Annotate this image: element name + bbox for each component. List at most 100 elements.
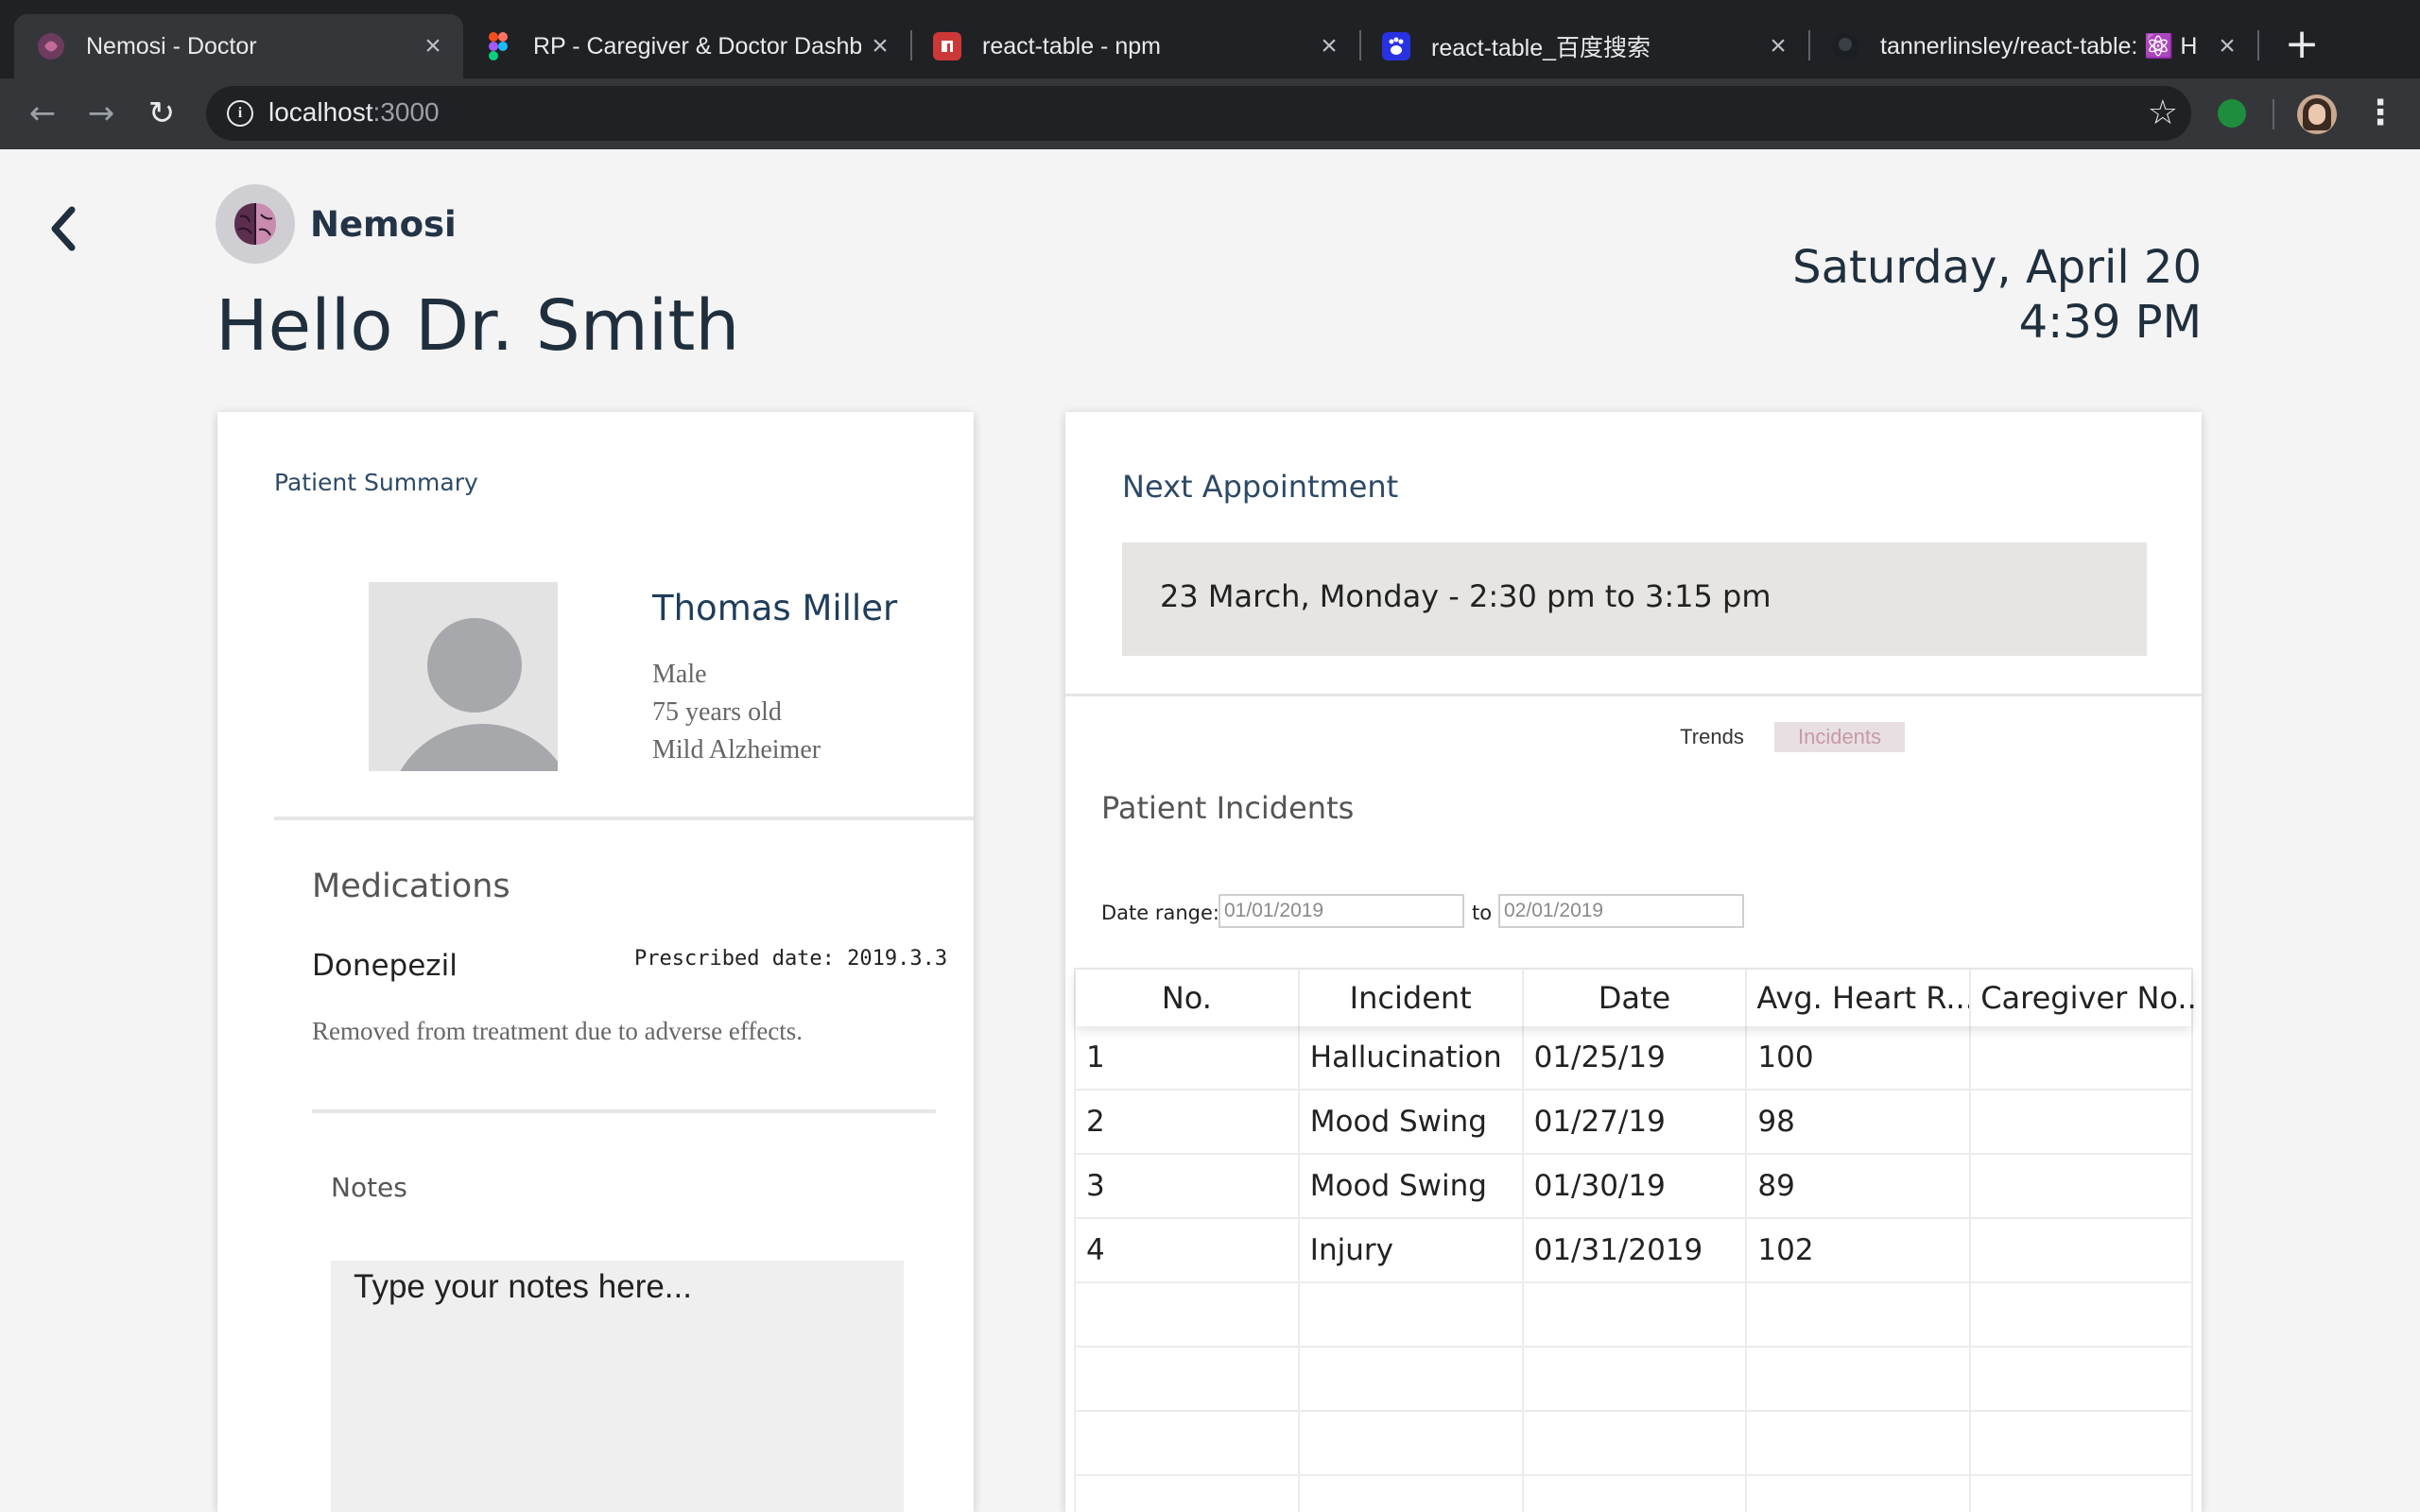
tab-incidents[interactable]: Incidents — [1774, 722, 1905, 752]
back-chevron-icon[interactable] — [42, 197, 89, 261]
close-tab-icon[interactable]: × — [414, 30, 452, 62]
table-row: 2 Mood Swing 01/27/19 98 — [1076, 1091, 2191, 1155]
table-cell — [1971, 1412, 2195, 1474]
close-tab-icon[interactable]: × — [2208, 30, 2246, 62]
table-cell: Injury — [1300, 1219, 1524, 1281]
baidu-favicon-icon — [1382, 32, 1410, 60]
table-cell — [1747, 1283, 1972, 1346]
table-cell: 01/25/19 — [1524, 1026, 1748, 1089]
column-header-incident[interactable]: Incident — [1300, 970, 1524, 1026]
table-cell: 98 — [1747, 1091, 1972, 1153]
table-cell — [1747, 1348, 1972, 1410]
date-range-from-input[interactable] — [1219, 894, 1464, 928]
site-info-icon[interactable]: i — [227, 100, 253, 127]
new-tab-button[interactable]: + — [2278, 21, 2325, 68]
date-range-label: Date range: — [1101, 902, 1220, 924]
table-cell — [1971, 1476, 2195, 1512]
column-header-caregiver-notes[interactable]: Caregiver No... — [1971, 970, 2195, 1026]
table-cell — [1076, 1476, 1300, 1512]
tab-title: react-table - npm — [982, 32, 1161, 60]
browser-tab-npm[interactable]: react-table - npm × — [910, 14, 1359, 78]
medication-note: Removed from treatment due to adverse ef… — [312, 1017, 804, 1045]
close-tab-icon[interactable]: × — [1759, 30, 1797, 62]
patient-incidents-title: Patient Incidents — [1101, 790, 1355, 826]
table-cell — [1971, 1155, 2195, 1217]
tab-title: tannerlinsley/react-table: ⚛️ H — [1880, 32, 2198, 60]
table-cell — [1971, 1026, 2195, 1089]
tab-separator — [2257, 30, 2259, 60]
browser-tab-baidu[interactable]: react-table_百度搜索 × — [1359, 14, 1808, 78]
table-cell — [1971, 1348, 2195, 1410]
table-cell — [1076, 1412, 1300, 1474]
toolbar-separator — [2273, 99, 2274, 129]
patient-name: Thomas Miller — [652, 588, 898, 628]
reload-icon[interactable]: ↻ — [140, 92, 183, 135]
medications-title: Medications — [312, 868, 510, 905]
figma-favicon-icon — [484, 32, 512, 60]
url-text[interactable]: localhost:3000 — [268, 97, 440, 128]
table-cell — [1524, 1283, 1748, 1346]
notes-textarea[interactable] — [331, 1261, 904, 1512]
table-header: No. Incident Date Avg. Heart R... Caregi… — [1076, 970, 2195, 1026]
tab-trends[interactable]: Trends — [1646, 722, 1778, 752]
incidents-table: No. Incident Date Avg. Heart R... Caregi… — [1074, 968, 2195, 1512]
table-cell — [1076, 1283, 1300, 1346]
appointment-text: 23 March, Monday - 2:30 pm to 3:15 pm — [1160, 578, 1772, 614]
table-body: 1 Hallucination 01/25/19 100 2 Mood Swing 01/2… — [1076, 1026, 2191, 1512]
patient-summary-card: Patient Summary Thomas Miller Male 75 ye… — [217, 412, 974, 1512]
divider — [1065, 694, 2202, 696]
tab-title: Nemosi - Doctor — [86, 32, 257, 60]
npm-favicon-icon — [933, 32, 961, 60]
table-cell: 01/27/19 — [1524, 1091, 1748, 1153]
nemosi-favicon-icon — [37, 32, 65, 60]
extension-icon[interactable] — [2218, 99, 2246, 128]
medication-name: Donepezil — [312, 949, 458, 983]
appointment-incidents-card: Next Appointment 23 March, Monday - 2:30… — [1065, 412, 2202, 1512]
close-tab-icon[interactable]: × — [861, 30, 899, 62]
table-row: 4 Injury 01/31/2019 102 — [1076, 1219, 2191, 1283]
nemosi-logo-icon — [216, 184, 295, 264]
date-range-to-input[interactable] — [1498, 894, 1744, 928]
table-cell: 100 — [1747, 1026, 1972, 1089]
column-header-date[interactable]: Date — [1524, 970, 1748, 1026]
back-arrow-icon[interactable]: ← — [21, 92, 64, 135]
column-header-no[interactable]: No. — [1076, 970, 1300, 1026]
table-cell: 3 — [1076, 1155, 1300, 1217]
patient-summary-title: Patient Summary — [274, 469, 478, 496]
table-cell — [1524, 1348, 1748, 1410]
table-row — [1076, 1348, 2191, 1412]
table-cell: 01/31/2019 — [1524, 1219, 1748, 1281]
table-cell — [1747, 1412, 1972, 1474]
browser-tab-github[interactable]: tannerlinsley/react-table: ⚛️ H × — [1808, 14, 2257, 78]
address-bar[interactable]: i localhost:3000 ☆ — [206, 86, 2191, 141]
browser-menu-icon[interactable]: ⋮ — [2363, 92, 2397, 135]
date-range-to-label: to — [1472, 902, 1493, 924]
table-row: 3 Mood Swing 01/30/19 89 — [1076, 1155, 2191, 1219]
table-cell: 102 — [1747, 1219, 1972, 1281]
forward-arrow-icon[interactable]: → — [79, 92, 123, 135]
bookmark-star-icon[interactable]: ☆ — [2148, 94, 2178, 132]
brand-name: Nemosi — [310, 203, 457, 245]
appointment-box: 23 March, Monday - 2:30 pm to 3:15 pm — [1122, 542, 2147, 656]
divider — [274, 816, 974, 820]
patient-avatar-placeholder-icon — [369, 582, 558, 771]
table-cell — [1300, 1476, 1524, 1512]
table-cell: Hallucination — [1300, 1026, 1524, 1089]
divider — [312, 1109, 936, 1113]
browser-tab-strip: Nemosi - Doctor × RP - Caregiver & Docto… — [0, 0, 2420, 78]
column-header-avg-heart-rate[interactable]: Avg. Heart R... — [1747, 970, 1972, 1026]
table-cell — [1076, 1348, 1300, 1410]
patient-age: 75 years old — [652, 697, 782, 727]
browser-tab-nemosi[interactable]: Nemosi - Doctor × — [14, 14, 463, 78]
close-tab-icon[interactable]: × — [1310, 30, 1348, 62]
table-cell — [1300, 1283, 1524, 1346]
browser-tab-figma[interactable]: RP - Caregiver & Doctor Dashb × — [461, 14, 910, 78]
medication-prescribed-date: Prescribed date: 2019.3.3 — [634, 947, 948, 971]
github-favicon-icon — [1831, 32, 1859, 60]
patient-gender: Male — [652, 660, 707, 689]
brand: Nemosi — [216, 184, 457, 264]
browser-toolbar: ← → ↻ i localhost:3000 ☆ ⋮ — [0, 78, 2420, 149]
profile-avatar[interactable] — [2297, 94, 2337, 134]
patient-condition: Mild Alzheimer — [652, 735, 821, 765]
table-cell: 1 — [1076, 1026, 1300, 1089]
